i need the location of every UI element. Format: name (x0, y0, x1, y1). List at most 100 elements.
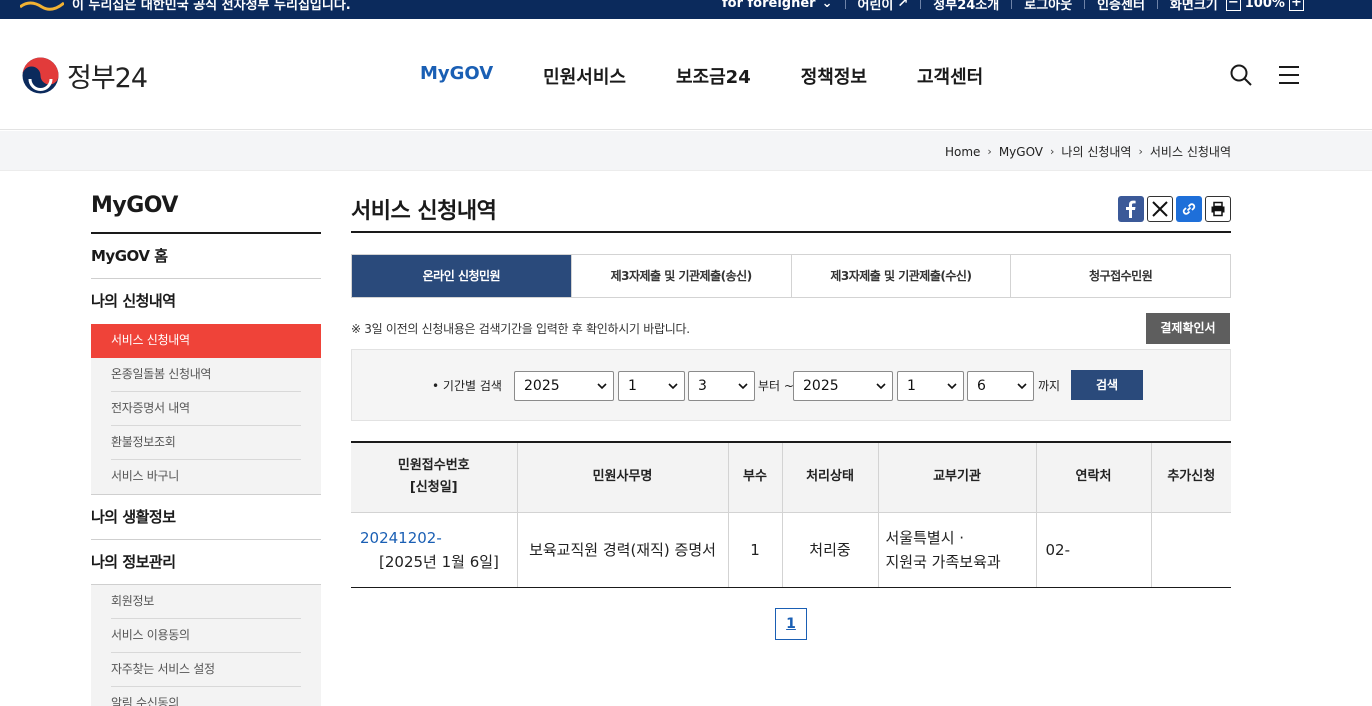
chevron-down-icon (947, 383, 957, 390)
chevron-right-icon: › (1050, 145, 1055, 158)
col-extra-request: 추가신청 (1150, 442, 1231, 513)
sidebar-submenu-info-management: 회원정보 서비스 이용동의 자주찾는 서비스 설정 알림 수신동의 (91, 585, 321, 706)
sidebar-subitem-favorite-services[interactable]: 자주찾는 서비스 설정 (111, 653, 301, 687)
breadcrumb-home[interactable]: Home (945, 145, 980, 159)
foreigner-link[interactable]: for foreigner (722, 0, 816, 11)
chevron-down-icon (738, 383, 748, 390)
application-table: 민원접수번호 [신청일] 민원사무명 부수 처리상태 교부기관 연락처 추가신청 … (351, 441, 1231, 588)
cell-extra-request (1150, 512, 1231, 588)
page-title: 서비스 신청내역 (351, 193, 1231, 233)
nav-mygov[interactable]: MyGOV (420, 63, 493, 89)
application-tabs: 온라인 신청민원 제3자제출 및 기관제출(송신) 제3자제출 및 기관제출(수… (351, 254, 1231, 298)
from-month-select[interactable]: 1 (618, 371, 685, 401)
print-icon[interactable] (1205, 196, 1231, 222)
chevron-down-icon (1017, 383, 1027, 390)
cell-service-name: 보육교직원 경력(재직) 증명서 (516, 512, 728, 588)
col-contact: 연락처 (1035, 442, 1151, 513)
nav-customer-center[interactable]: 고객센터 (917, 63, 983, 89)
breadcrumb-my-applications[interactable]: 나의 신청내역 (1061, 143, 1131, 160)
sidebar-item-my-applications[interactable]: 나의 신청내역 (91, 279, 321, 324)
tab-third-party-received[interactable]: 제3자제출 및 기관제출(수신) (790, 255, 1011, 297)
government-emblem-icon (20, 1, 64, 11)
search-icon[interactable] (1229, 63, 1253, 87)
col-copies: 부수 (727, 442, 782, 513)
main-nav: MyGOV 민원서비스 보조금24 정책정보 고객센터 (420, 63, 983, 89)
breadcrumb-current: 서비스 신청내역 (1149, 145, 1231, 159)
sidebar: MyGOV MyGOV 홈 나의 신청내역 서비스 신청내역 온종일돌봄 신청내… (91, 193, 321, 706)
period-search-label: • 기간별 검색 (432, 379, 502, 393)
tab-online-applications[interactable]: 온라인 신청민원 (352, 255, 571, 297)
col-status: 처리상태 (781, 442, 878, 513)
nav-subsidy24[interactable]: 보조금24 (676, 63, 751, 89)
sidebar-subitem-childcare-applications[interactable]: 온종일돌봄 신청내역 (111, 358, 301, 392)
zoom-value: 100% (1244, 0, 1285, 11)
apply-date: [2025년 1월 6일] (379, 552, 499, 571)
kids-link[interactable]: 어린이 (858, 0, 894, 13)
nav-policy-info[interactable]: 정책정보 (801, 63, 867, 89)
from-label: 부터 ~ (758, 379, 794, 393)
payment-receipt-button[interactable]: 결제확인서 (1146, 313, 1230, 344)
menu-icon[interactable] (1277, 63, 1301, 87)
sidebar-item-info-management[interactable]: 나의 정보관리 (91, 540, 321, 585)
sidebar-subitem-e-certificates[interactable]: 전자증명서 내역 (111, 392, 301, 426)
chevron-down-icon: ⌄ (821, 0, 833, 11)
to-month-select[interactable]: 1 (897, 371, 964, 401)
cell-status: 처리중 (781, 512, 878, 588)
col-receipt-no: 민원접수번호 [신청일] (351, 442, 517, 513)
cell-receipt-no: 20241202- [2025년 1월 6일] (351, 512, 517, 588)
sidebar-subitem-member-info[interactable]: 회원정보 (111, 585, 301, 619)
utility-links: for foreigner ⌄ 어린이 ↗ 정부24소개 로그아웃 인증센터 화… (722, 0, 1308, 13)
to-label: 까지 (1038, 379, 1061, 393)
nav-civil-service[interactable]: 민원서비스 (543, 63, 626, 89)
search-period-notice: ※ 3일 이전의 신청내용은 검색기간을 입력한 후 확인하시기 바랍니다. (351, 322, 690, 336)
chevron-right-icon: › (987, 145, 992, 158)
about-link[interactable]: 정부24소개 (933, 0, 999, 13)
cert-center-link[interactable]: 인증센터 (1097, 0, 1145, 13)
col-agency: 교부기관 (877, 442, 1036, 513)
tab-third-party-sent[interactable]: 제3자제출 및 기관제출(송신) (570, 255, 791, 297)
zoom-out-button[interactable]: − (1225, 0, 1241, 11)
screen-size-label: 화면크기 (1169, 0, 1218, 13)
sidebar-subitem-refund-info[interactable]: 환불정보조회 (111, 426, 301, 460)
search-button[interactable]: 검색 (1071, 370, 1143, 400)
cell-copies: 1 (727, 512, 782, 588)
chevron-down-icon (597, 383, 607, 390)
receipt-number-link[interactable]: 20241202- (360, 529, 442, 547)
from-day-select[interactable]: 3 (688, 371, 755, 401)
x-twitter-icon[interactable] (1147, 196, 1173, 222)
to-year-select[interactable]: 2025 (793, 371, 893, 401)
table-header-row: 민원접수번호 [신청일] 민원사무명 부수 처리상태 교부기관 연락처 추가신청 (351, 442, 1231, 513)
sidebar-item-life-info[interactable]: 나의 생활정보 (91, 495, 321, 540)
pagination-page-1[interactable]: 1 (775, 608, 807, 640)
col-service-name: 민원사무명 (516, 442, 728, 513)
sidebar-subitem-service-applications[interactable]: 서비스 신청내역 (91, 324, 321, 358)
taegeuk-logo-icon (22, 57, 59, 94)
cell-agency: 서울특별시 · 지원국 가족보육과 (877, 512, 1036, 588)
from-year-select[interactable]: 2025 (514, 371, 614, 401)
site-header: 정부24 MyGOV 민원서비스 보조금24 정책정보 고객센터 (0, 19, 1372, 130)
breadcrumb-mygov[interactable]: MyGOV (999, 145, 1043, 159)
official-notice: 이 누리집은 대한민국 공식 전자정부 누리집입니다. (20, 0, 351, 13)
link-copy-icon[interactable] (1176, 196, 1202, 222)
site-logo[interactable]: 정부24 (22, 56, 148, 95)
share-buttons (1118, 196, 1231, 222)
sidebar-subitem-service-basket[interactable]: 서비스 바구니 (111, 460, 301, 494)
sidebar-submenu-applications: 서비스 신청내역 온종일돌봄 신청내역 전자증명서 내역 환불정보조회 서비스 … (91, 324, 321, 495)
cell-contact: 02- (1035, 512, 1151, 588)
logo-text: 정부24 (67, 63, 148, 94)
chevron-down-icon (668, 383, 678, 390)
period-search-box: • 기간별 검색 2025 1 3 부터 ~ 2025 1 6 까지 검색 (351, 349, 1231, 421)
zoom-in-button[interactable]: + (1288, 0, 1304, 11)
chevron-right-icon: › (1138, 145, 1143, 158)
sidebar-subitem-service-consent[interactable]: 서비스 이용동의 (111, 619, 301, 653)
top-bar: 이 누리집은 대한민국 공식 전자정부 누리집입니다. for foreigne… (0, 0, 1372, 19)
main-content: 서비스 신청내역 온라인 신청민원 제3자제출 및 기관제출(송신) 제3자제출… (351, 193, 1231, 640)
facebook-icon[interactable] (1118, 196, 1144, 222)
sidebar-subitem-notification-consent[interactable]: 알림 수신동의 (111, 687, 301, 706)
sidebar-item-mygov-home[interactable]: MyGOV 홈 (91, 234, 321, 279)
logout-link[interactable]: 로그아웃 (1024, 0, 1072, 13)
tab-claim-applications[interactable]: 청구접수민원 (1010, 255, 1230, 297)
sidebar-title: MyGOV (91, 193, 321, 234)
to-day-select[interactable]: 6 (967, 371, 1034, 401)
chevron-down-icon (876, 383, 886, 390)
